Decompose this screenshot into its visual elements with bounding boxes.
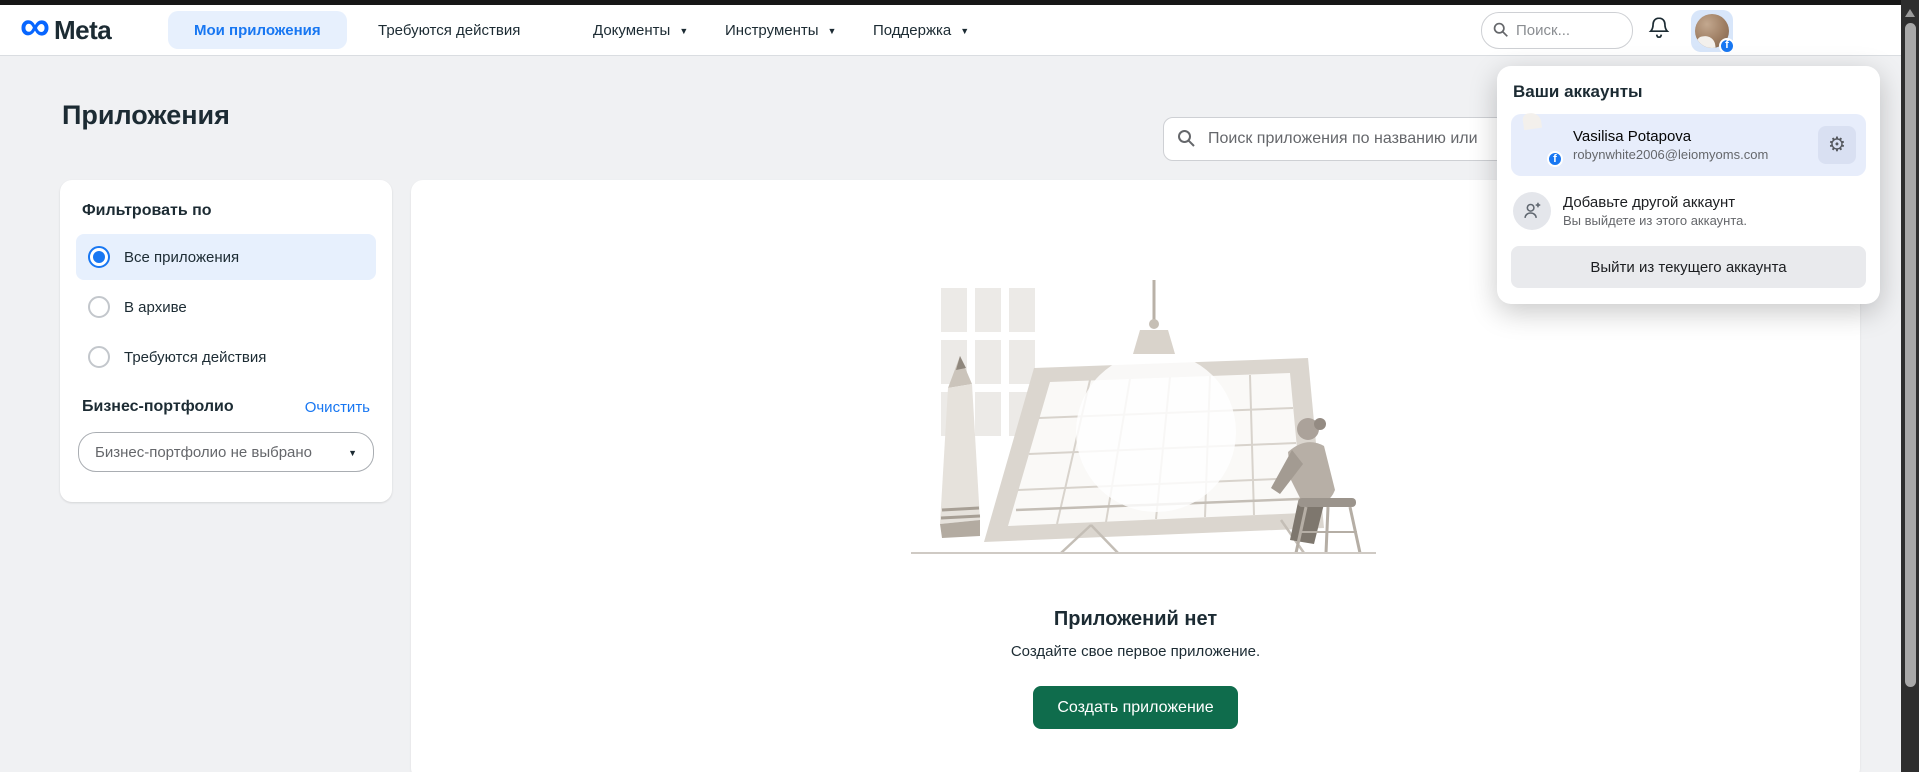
scrollbar-thumb[interactable] [1904, 23, 1916, 687]
radio-icon[interactable] [88, 296, 110, 318]
create-app-button[interactable]: Создать приложение [1033, 686, 1238, 729]
tab-tools-label: Инструменты [725, 21, 819, 39]
account-avatar: f [1521, 125, 1563, 167]
gear-icon: ⚙ [1828, 134, 1846, 156]
vertical-scrollbar[interactable] [1901, 0, 1919, 772]
tab-docs[interactable]: Документы ▼ [593, 5, 688, 55]
person-add-icon [1513, 192, 1551, 230]
filter-card: Фильтровать по Все приложения В архиве Т… [60, 180, 392, 502]
empty-state-title: Приложений нет [1053, 608, 1218, 630]
account-row[interactable]: f Vasilisa Potapova robynwhite2006@leiom… [1511, 114, 1866, 176]
bell-icon [1647, 15, 1671, 46]
top-navbar: ∞ Meta Мои приложения Требуются действия… [0, 5, 1919, 56]
radio-icon[interactable] [88, 346, 110, 368]
tab-docs-label: Документы [593, 21, 671, 39]
scrollbar-up-arrow-icon[interactable] [1905, 9, 1915, 17]
tab-support[interactable]: Поддержка ▼ [873, 5, 969, 55]
tab-my-apps[interactable]: Мои приложения [168, 11, 347, 49]
chevron-down-icon: ▼ [679, 25, 689, 36]
meta-logo[interactable]: ∞ Meta [20, 2, 112, 55]
page-title: Приложения [62, 100, 230, 130]
filter-option-label: В архиве [124, 298, 187, 316]
filter-option-label: Требуются действия [124, 348, 267, 366]
tab-required-actions[interactable]: Требуются действия [378, 5, 520, 55]
tab-tools[interactable]: Инструменты ▼ [725, 5, 836, 55]
business-portfolio-select-value: Бизнес-портфолио не выбрано [95, 443, 313, 461]
chevron-down-icon: ▼ [348, 447, 357, 458]
account-menu-title: Ваши аккаунты [1513, 82, 1643, 101]
business-portfolio-label: Бизнес-портфолио [82, 398, 234, 415]
account-name: Vasilisa Potapova [1573, 128, 1692, 145]
facebook-badge-icon: f [1547, 151, 1563, 167]
empty-state-illustration [910, 280, 1376, 554]
add-account-row[interactable]: Добавьте другой аккаунт Вы выйдете из эт… [1513, 192, 1864, 230]
business-portfolio-row: Бизнес-портфолио Очистить [82, 398, 370, 416]
filter-option-archived[interactable]: В архиве [76, 284, 376, 330]
tab-support-label: Поддержка [873, 21, 952, 39]
chevron-down-icon: ▼ [960, 25, 970, 36]
tab-my-apps-label: Мои приложения [194, 21, 321, 39]
search-icon [1492, 21, 1509, 43]
logout-button[interactable]: Выйти из текущего аккаунта [1511, 246, 1866, 288]
tab-required-actions-label: Требуются действия [378, 21, 521, 39]
radio-checked-icon[interactable] [88, 246, 110, 268]
search-icon [1176, 128, 1196, 153]
filter-title: Фильтровать по [82, 202, 212, 219]
business-portfolio-select[interactable]: Бизнес-портфолио не выбрано ▼ [78, 432, 374, 472]
chevron-down-icon: ▼ [827, 25, 837, 36]
account-avatar-button[interactable]: f [1691, 9, 1735, 54]
account-texts: Vasilisa Potapova robynwhite2006@leiomyo… [1573, 128, 1768, 162]
top-black-strip [0, 0, 1919, 5]
add-account-title: Добавьте другой аккаунт [1563, 194, 1736, 211]
account-menu: Ваши аккаунты f Vasilisa Potapova robynw… [1497, 66, 1880, 304]
filter-option-label: Все приложения [124, 248, 240, 266]
account-email: robynwhite2006@leiomyoms.com [1573, 147, 1769, 162]
account-settings-button[interactable]: ⚙ [1818, 126, 1856, 164]
add-account-texts: Добавьте другой аккаунт Вы выйдете из эт… [1563, 194, 1747, 228]
global-search [1481, 12, 1633, 49]
filter-option-all-apps[interactable]: Все приложения [76, 234, 376, 280]
clear-link[interactable]: Очистить [305, 399, 370, 416]
empty-state-subtitle: Создайте свое первое приложение. [1010, 643, 1261, 660]
facebook-badge-icon: f [1719, 37, 1735, 54]
filter-option-required-actions[interactable]: Требуются действия [76, 334, 376, 380]
meta-logo-text: Meta [53, 14, 112, 45]
meta-infinity-icon: ∞ [20, 2, 50, 49]
notifications-button[interactable] [1643, 5, 1675, 55]
add-account-subtitle: Вы выйдете из этого аккаунта. [1563, 213, 1747, 228]
